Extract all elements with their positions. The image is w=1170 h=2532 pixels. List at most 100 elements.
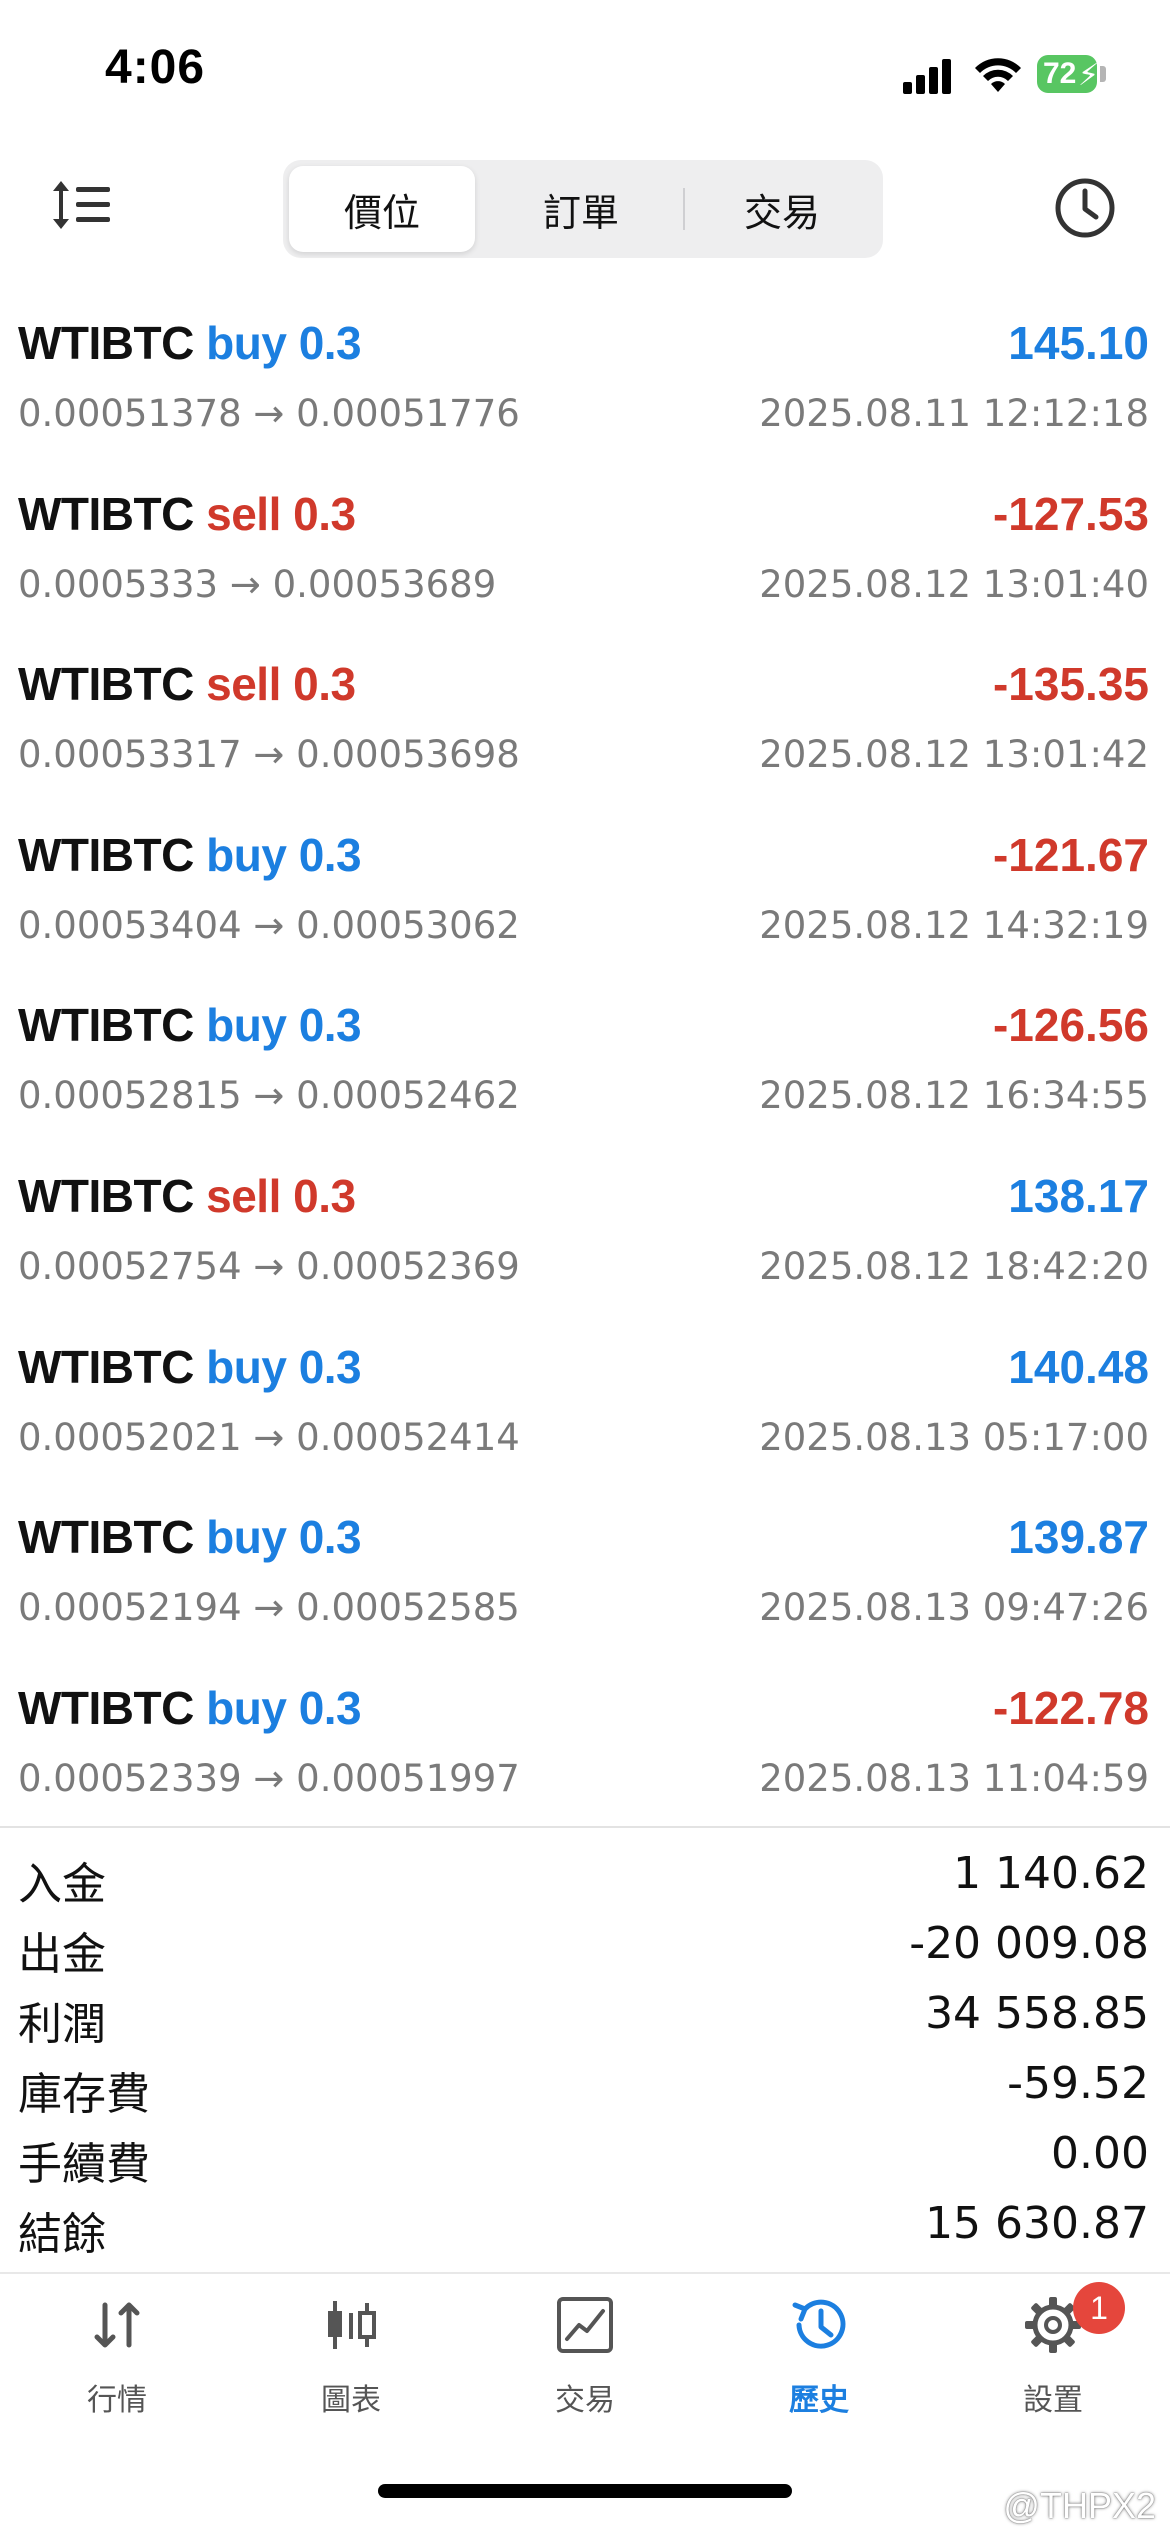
- deal-prices: 0.00052194 → 0.00052585: [18, 1586, 520, 1630]
- deal-type: buy: [206, 1511, 287, 1564]
- deal-volume: 0.3: [298, 828, 362, 881]
- sort-list-icon[interactable]: [48, 175, 118, 235]
- deal-symbol-name: WTIBTC: [18, 1681, 194, 1734]
- wifi-icon: [975, 58, 1021, 92]
- summary-label: 結餘: [18, 2209, 106, 2260]
- battery-cap: [1100, 66, 1106, 82]
- deal-time: 2025.08.13 11:04:59: [759, 1756, 1149, 1800]
- deal-symbol-name: WTIBTC: [18, 1169, 194, 1222]
- list-summary-divider: [0, 1826, 1170, 1828]
- watermark: @THPX2: [1003, 2485, 1156, 2526]
- deal-type: buy: [206, 828, 287, 881]
- deal-row[interactable]: WTIBTC buy 0.3 0.00053404 → 0.00053062 -…: [0, 812, 1170, 983]
- deal-list: WTIBTC buy 0.3 0.00051378 → 0.00051776 1…: [0, 300, 1170, 1835]
- history-segmented-control: 價位 訂單 交易: [283, 160, 883, 258]
- summary-label: 手續費: [18, 2139, 150, 2190]
- deal-symbol: WTIBTC buy 0.3: [18, 1681, 362, 1735]
- deal-volume: 0.3: [298, 1340, 362, 1393]
- deal-type: buy: [206, 1681, 287, 1734]
- summary-value: 15 630.87: [925, 2198, 1149, 2249]
- deal-profit: 138.17: [1008, 1169, 1149, 1222]
- deal-profit: -122.78: [992, 1681, 1149, 1734]
- clock-icon[interactable]: [1052, 175, 1118, 241]
- history-clock-icon: [792, 2299, 846, 2349]
- deal-prices: 0.0005333 → 0.00053689: [18, 562, 497, 606]
- tab-trade[interactable]: 交易: [468, 2275, 702, 2435]
- deal-prices: 0.00052754 → 0.00052369: [18, 1244, 520, 1288]
- deal-volume: 0.3: [293, 658, 356, 711]
- deal-volume: 0.3: [293, 1169, 356, 1222]
- deal-symbol-name: WTIBTC: [18, 1511, 194, 1564]
- deal-profit: -135.35: [992, 658, 1149, 711]
- deal-prices: 0.00053404 → 0.00053062: [18, 903, 520, 947]
- summary-label: 出金: [18, 1929, 106, 1980]
- deal-symbol-name: WTIBTC: [18, 999, 194, 1052]
- tab-label: 行情: [87, 2383, 147, 2418]
- deal-time: 2025.08.12 13:01:42: [759, 733, 1149, 777]
- cellular-signal-icon: [903, 58, 955, 94]
- summary-value: 0.00: [1051, 2128, 1149, 2179]
- trade-chart-icon: [557, 2297, 613, 2353]
- deal-volume: 0.3: [293, 487, 356, 540]
- deal-profit: 139.87: [1008, 1511, 1149, 1564]
- deal-symbol-name: WTIBTC: [18, 1340, 194, 1393]
- deal-time: 2025.08.12 14:32:19: [759, 903, 1149, 947]
- account-summary: 入金 1 140.62 出金 -20 009.08 利潤 34 558.85 庫…: [0, 1840, 1170, 2260]
- deal-row[interactable]: WTIBTC buy 0.3 0.00052021 → 0.00052414 1…: [0, 1324, 1170, 1495]
- deal-row[interactable]: WTIBTC buy 0.3 0.00052339 → 0.00051997 -…: [0, 1665, 1170, 1836]
- deal-volume: 0.3: [298, 317, 362, 369]
- deal-time: 2025.08.13 05:17:00: [759, 1415, 1149, 1459]
- bottom-tab-bar: 行情 圖表 交易 歷史 設置: [0, 2275, 1170, 2435]
- deal-profit: 140.48: [1008, 1340, 1149, 1393]
- deal-volume: 0.3: [298, 1681, 362, 1734]
- tab-history[interactable]: 歷史: [702, 2275, 936, 2435]
- deal-row[interactable]: WTIBTC buy 0.3 0.00052815 → 0.00052462 -…: [0, 982, 1170, 1153]
- deal-prices: 0.00052815 → 0.00052462: [18, 1074, 520, 1118]
- summary-label: 利潤: [18, 1999, 106, 2050]
- summary-row-withdrawal: 出金 -20 009.08: [0, 1910, 1170, 1980]
- tab-settings[interactable]: 設置: [936, 2275, 1170, 2435]
- candlestick-chart-icon: [328, 2301, 376, 2349]
- charging-bolt-icon: ⚡: [1078, 58, 1100, 93]
- tab-label: 圖表: [321, 2383, 381, 2418]
- deal-volume: 0.3: [298, 999, 362, 1052]
- deal-symbol: WTIBTC buy 0.3: [18, 998, 362, 1052]
- summary-row-profit: 利潤 34 558.85: [0, 1980, 1170, 2050]
- deal-profit: -126.56: [992, 999, 1149, 1052]
- summary-value: -59.52: [1007, 2058, 1149, 2109]
- deal-type: buy: [206, 999, 287, 1052]
- deal-row[interactable]: WTIBTC sell 0.3 0.00053317 → 0.00053698 …: [0, 641, 1170, 812]
- history-toolbar: 價位 訂單 交易: [0, 150, 1170, 270]
- segment-deals[interactable]: 交易: [687, 166, 877, 252]
- deal-type: sell: [206, 658, 281, 711]
- deal-prices: 0.00052339 → 0.00051997: [18, 1756, 520, 1800]
- settings-notification-badge: 1: [1073, 2282, 1125, 2334]
- deal-symbol: WTIBTC buy 0.3: [18, 316, 362, 370]
- tab-label: 歷史: [789, 2383, 849, 2418]
- deal-row[interactable]: WTIBTC buy 0.3 0.00052194 → 0.00052585 1…: [0, 1494, 1170, 1665]
- deal-type: sell: [206, 1169, 281, 1222]
- deal-row[interactable]: WTIBTC sell 0.3 0.00052754 → 0.00052369 …: [0, 1153, 1170, 1324]
- segment-orders[interactable]: 訂單: [483, 166, 679, 252]
- tab-charts[interactable]: 圖表: [234, 2275, 468, 2435]
- segment-positions[interactable]: 價位: [289, 166, 475, 252]
- deal-profit: -121.67: [992, 828, 1149, 881]
- deal-time: 2025.08.12 18:42:20: [759, 1244, 1149, 1288]
- summary-value: -20 009.08: [909, 1918, 1149, 1969]
- deal-time: 2025.08.13 09:47:26: [759, 1586, 1149, 1630]
- battery-level: 72: [1043, 57, 1077, 90]
- deal-row[interactable]: WTIBTC sell 0.3 0.0005333 → 0.00053689 -…: [0, 471, 1170, 642]
- deal-time: 2025.08.11 12:12:18: [759, 392, 1149, 435]
- quotes-arrows-icon: [94, 2302, 140, 2348]
- tab-quotes[interactable]: 行情: [0, 2275, 234, 2435]
- deal-symbol: WTIBTC buy 0.3: [18, 828, 362, 882]
- deal-row[interactable]: WTIBTC buy 0.3 0.00051378 → 0.00051776 1…: [0, 300, 1170, 471]
- deal-prices: 0.00053317 → 0.00053698: [18, 733, 520, 777]
- summary-label: 入金: [18, 1859, 106, 1910]
- deal-symbol: WTIBTC buy 0.3: [18, 1510, 362, 1564]
- segment-divider: [683, 188, 685, 230]
- summary-row-deposit: 入金 1 140.62: [0, 1840, 1170, 1910]
- deal-symbol-name: WTIBTC: [18, 487, 194, 540]
- deal-symbol: WTIBTC buy 0.3: [18, 1340, 362, 1394]
- deal-prices: 0.00052021 → 0.00052414: [18, 1415, 520, 1459]
